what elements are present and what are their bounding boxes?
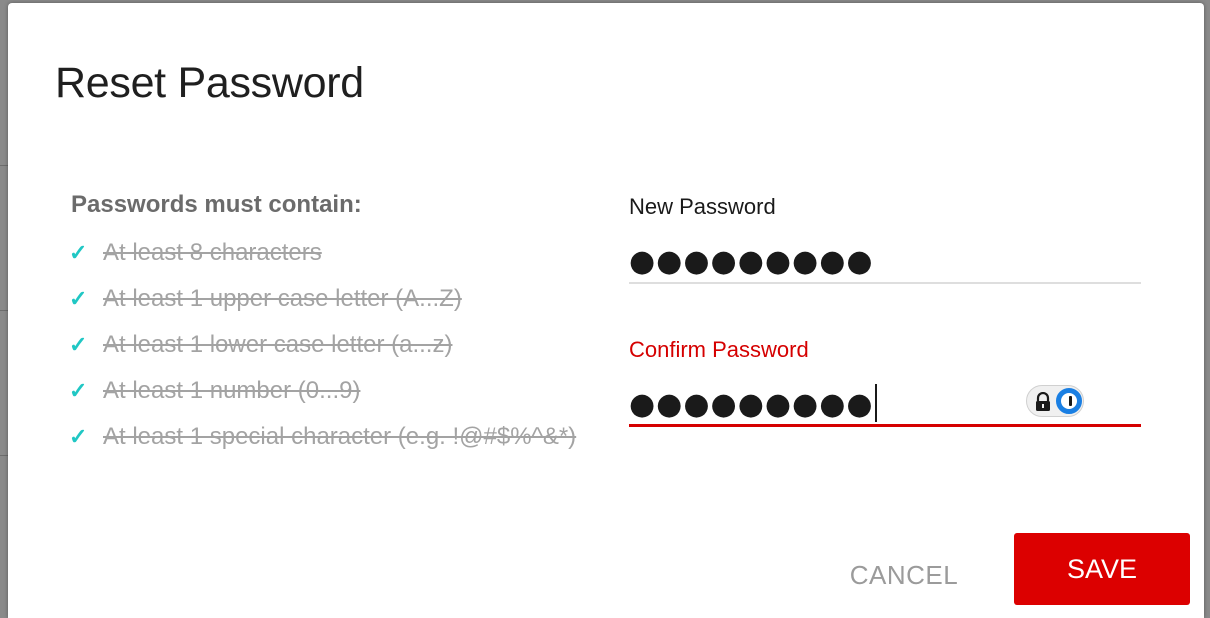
backdrop-divider [0,165,8,166]
check-icon: ✓ [69,286,88,311]
requirement-item: ✓ At least 1 upper case letter (A...Z) [69,282,576,328]
confirm-password-label: Confirm Password [629,337,809,362]
new-password-field[interactable]: ●●●●●●●●● [629,238,1141,284]
requirement-text: At least 1 upper case letter (A...Z) [103,285,462,312]
requirement-item: ✓ At least 1 special character (e.g. !@#… [69,420,576,466]
cancel-button[interactable]: CANCEL [838,551,970,599]
password-manager-icon-inner [1061,393,1077,409]
save-button[interactable]: SAVE [1014,533,1190,605]
new-password-value: ●●●●●●●●● [629,244,874,279]
text-caret [874,383,877,422]
confirm-password-value: ●●●●●●●●● [629,387,874,422]
new-password-label: New Password [629,194,776,219]
password-manager-icon-bar [1069,396,1072,406]
reset-password-dialog: Reset Password Passwords must contain: ✓… [8,3,1204,618]
requirement-item: ✓ At least 8 characters [69,236,576,282]
dialog-title: Reset Password [55,59,364,107]
backdrop-divider [0,455,8,456]
password-manager-icon [1056,388,1082,414]
check-icon: ✓ [69,332,88,357]
requirement-text: At least 1 lower case letter (a...z) [103,331,453,358]
requirement-item: ✓ At least 1 number (0...9) [69,374,576,420]
check-icon: ✓ [69,240,88,265]
requirement-text: At least 8 characters [103,239,322,266]
requirements-heading: Passwords must contain: [71,191,362,218]
requirement-text: At least 1 special character (e.g. !@#$%… [103,423,577,450]
backdrop-divider [0,310,8,311]
requirement-text: At least 1 number (0...9) [103,377,361,404]
requirements-list: ✓ At least 8 characters ✓ At least 1 upp… [69,236,576,466]
requirement-item: ✓ At least 1 lower case letter (a...z) [69,328,576,374]
lock-icon [1036,392,1050,411]
confirm-password-text-wrap: ●●●●●●●●● [629,383,877,425]
password-manager-badge[interactable] [1026,385,1084,417]
check-icon: ✓ [69,424,88,449]
check-icon: ✓ [69,378,88,403]
